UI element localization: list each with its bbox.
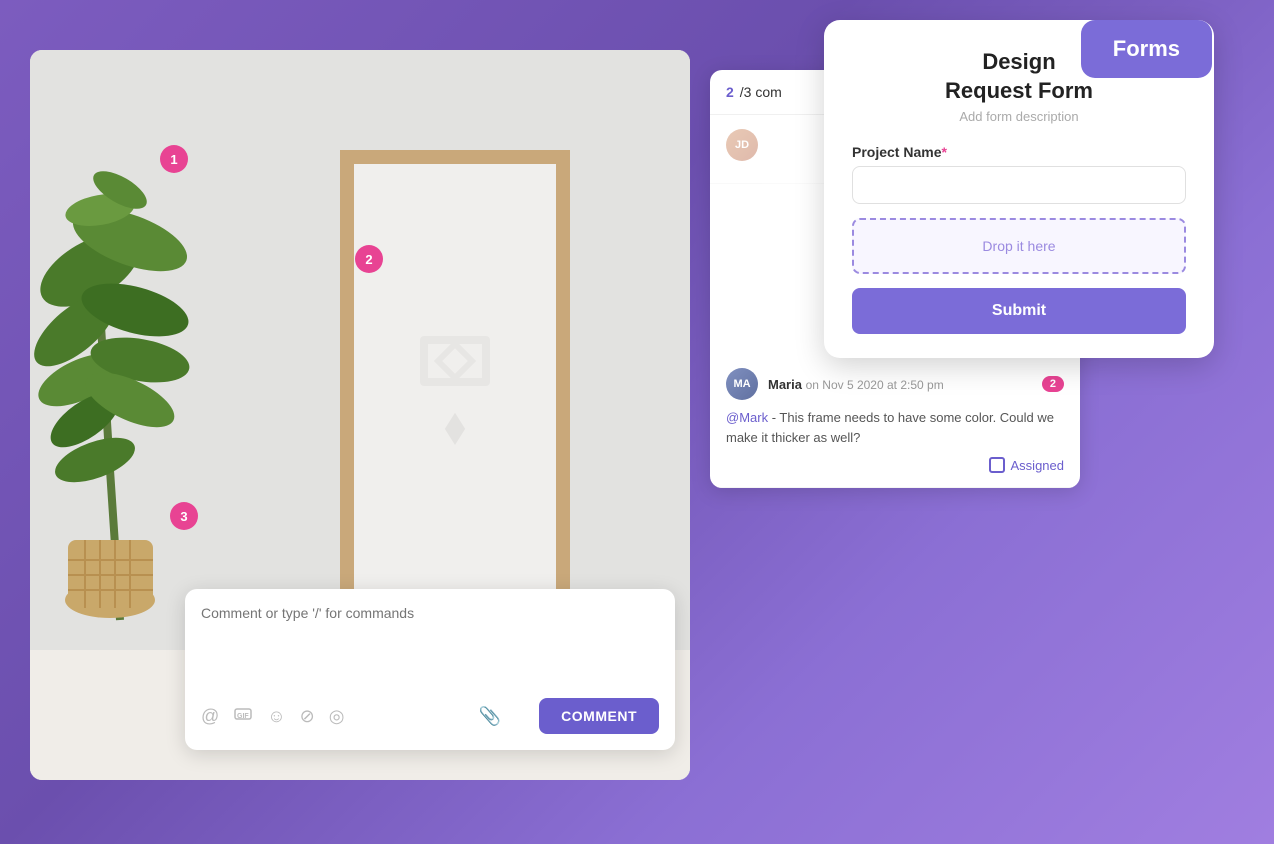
attachment-icon[interactable]: 📎 <box>478 706 500 727</box>
project-name-input[interactable] <box>852 166 1186 204</box>
project-name-label: Project Name* <box>852 144 1186 160</box>
comment-card-2: MA Maria on Nov 5 2020 at 2:50 pm 2 @Mar… <box>710 354 1080 488</box>
comment-icon-group: @ GIF ☺ ⊘ ◎ 📎 <box>201 704 501 729</box>
comment-count: 2 <box>726 84 734 100</box>
slash-icon[interactable]: ⊘ <box>300 706 315 727</box>
avatar-2: MA <box>726 368 758 400</box>
target-icon[interactable]: ◎ <box>329 706 345 727</box>
comment-total: /3 com <box>740 84 782 100</box>
pin-1[interactable]: 1 <box>160 145 188 173</box>
pin-3[interactable]: 3 <box>170 502 198 530</box>
gif-icon[interactable]: GIF <box>233 704 253 729</box>
comment-input-box: @ GIF ☺ ⊘ ◎ 📎 COMMENT <box>185 589 675 750</box>
canvas-area: ⬧ 1 2 3 @ GIF ☺ ⊘ ◎ 📎 COMMENT <box>30 50 690 780</box>
comment-text: @Mark - This frame needs to have some co… <box>726 408 1064 447</box>
comment-button[interactable]: COMMENT <box>539 698 659 734</box>
drop-zone[interactable]: Drop it here <box>852 218 1186 274</box>
forms-badge[interactable]: Forms <box>1081 20 1212 78</box>
avatar-1: JD <box>726 129 758 161</box>
frame-illustration: ⬧ <box>340 150 570 640</box>
pin-2[interactable]: 2 <box>355 245 383 273</box>
comment-mention: @Mark <box>726 410 768 425</box>
comment-username: Maria <box>768 377 802 392</box>
form-description: Add form description <box>852 109 1186 124</box>
comment-meta: Maria on Nov 5 2020 at 2:50 pm <box>768 377 1032 392</box>
emoji-icon[interactable]: ☺ <box>267 706 285 727</box>
comment-timestamp: on Nov 5 2020 at 2:50 pm <box>806 378 944 392</box>
mention-icon[interactable]: @ <box>201 706 219 727</box>
submit-button[interactable]: Submit <box>852 288 1186 334</box>
assigned-label: Assigned <box>1011 458 1064 473</box>
comment-toolbar: @ GIF ☺ ⊘ ◎ 📎 COMMENT <box>201 698 659 734</box>
plant-illustration <box>30 70 240 630</box>
reply-badge[interactable]: 2 <box>1042 376 1064 392</box>
assigned-checkbox[interactable] <box>989 457 1005 473</box>
comment-textarea[interactable] <box>201 605 659 685</box>
assigned-row: Assigned <box>726 457 1064 473</box>
svg-text:GIF: GIF <box>237 713 249 720</box>
